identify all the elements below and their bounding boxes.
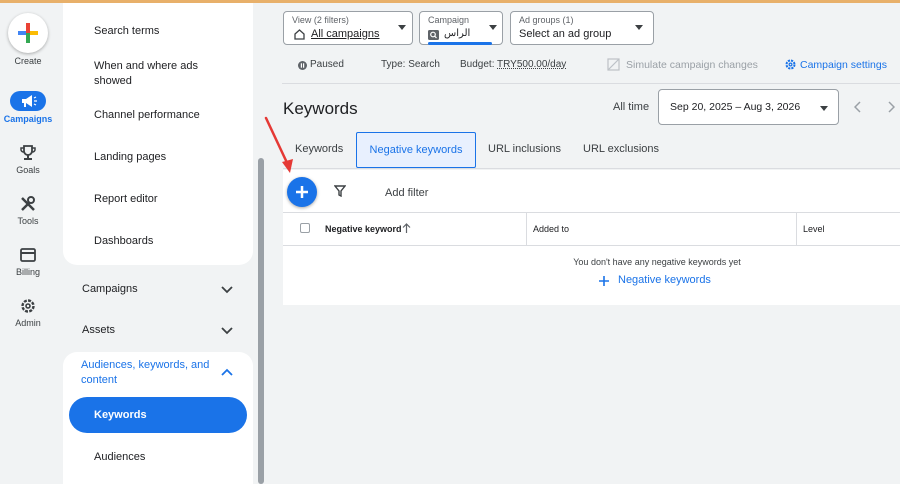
paused-status-icon [298,61,307,70]
search-campaign-icon [428,30,439,40]
chevron-up-icon[interactable] [221,368,233,376]
simulate-icon [607,58,620,71]
date-range-picker[interactable]: Sep 20, 2025 – Aug 3, 2026 [658,89,839,125]
filter-icon[interactable] [334,185,346,197]
subnav-keywords[interactable]: Keywords [69,397,247,433]
column-divider [526,213,527,245]
tab-url-exclusions[interactable]: URL exclusions [583,143,659,155]
dropdown-arrow-icon [820,106,828,111]
nav-item-search-terms[interactable]: Search terms [94,24,159,39]
campaign-caption: Campaign [428,15,470,25]
budget-label: Budget: [460,59,495,70]
section-assets[interactable]: Assets [82,324,115,336]
table-header: Negative keyword Added to Level [283,212,900,246]
campaign-status: Paused [310,59,344,70]
date-range-label: All time [613,101,650,113]
column-divider [796,213,797,245]
plus-colored-icon [18,23,38,43]
add-negative-keyword-button[interactable] [287,177,317,207]
main-content: View (2 filters) All campaigns Campaign … [270,3,900,484]
sort-arrow-up-icon[interactable] [402,223,411,234]
header-divider [282,83,900,84]
rail-item-admin[interactable]: Admin [0,318,56,328]
create-label: Create [14,56,42,66]
section-campaigns[interactable]: Campaigns [82,283,138,295]
tab-negative-keywords[interactable]: Negative keywords [356,132,476,168]
empty-state-add-link[interactable]: Negative keywords [618,274,711,286]
audiences-section: Audiences, keywords, and content Keyword… [63,352,253,484]
column-added-to[interactable]: Added to [533,224,569,234]
add-filter-button[interactable]: Add filter [385,187,428,199]
ad-group-value: Select an ad group [519,28,612,40]
chevron-down-icon[interactable] [221,327,233,335]
gear-icon[interactable] [784,58,797,71]
chevron-left-icon[interactable] [854,101,861,113]
column-level[interactable]: Level [803,224,825,234]
gear-icon[interactable] [18,296,38,316]
select-all-checkbox[interactable] [300,223,310,233]
tab-url-inclusions[interactable]: URL inclusions [488,143,561,155]
chevron-right-icon[interactable] [888,101,895,113]
empty-state-message: You don't have any negative keywords yet [573,257,741,267]
nav-scrollbar[interactable] [258,158,264,484]
campaign-settings-link[interactable]: Campaign settings [800,59,887,71]
nav-item-when-where[interactable]: When and where ads showed [94,59,214,89]
nav-item-report-editor[interactable]: Report editor [94,192,158,207]
navigation-rail: Create Campaigns Goals Tools Billing Adm… [0,3,56,484]
tab-keywords[interactable]: Keywords [295,143,343,155]
trophy-icon[interactable] [18,143,38,163]
nav-item-landing-pages[interactable]: Landing pages [94,150,166,165]
campaigns-rail-button[interactable] [10,91,46,111]
nav-item-dashboards[interactable]: Dashboards [94,234,153,249]
dropdown-arrow-icon [489,25,497,30]
view-filter-dropdown[interactable]: View (2 filters) All campaigns [283,11,413,45]
subnav-audiences[interactable]: Audiences [94,451,145,463]
column-negative-keyword[interactable]: Negative keyword [325,224,402,234]
dropdown-arrow-icon [635,25,643,30]
home-icon [294,29,305,40]
tabs-divider [283,168,900,169]
campaign-value: الراس [444,28,471,39]
ad-group-caption: Ad groups (1) [519,15,574,25]
nav-item-channel-performance[interactable]: Channel performance [94,108,200,123]
negative-keywords-table: Add filter Negative keyword Added to Lev… [283,170,900,305]
view-filter-caption: View (2 filters) [292,15,349,25]
ad-group-dropdown[interactable]: Ad groups (1) Select an ad group [510,11,654,45]
reports-nav-card: Search terms When and where ads showed C… [63,3,253,265]
dropdown-arrow-icon [398,25,406,30]
red-annotation-arrow [264,116,293,173]
campaign-type: Type: Search [381,59,440,70]
date-range-value: Sep 20, 2025 – Aug 3, 2026 [670,101,801,113]
rail-item-billing[interactable]: Billing [0,267,56,277]
rail-item-campaigns[interactable]: Campaigns [0,114,56,124]
section-audiences-keywords-content[interactable]: Audiences, keywords, and content [81,358,211,388]
chevron-down-icon[interactable] [221,286,233,294]
create-button[interactable] [8,13,48,53]
campaign-dropdown[interactable]: Campaign الراس [419,11,503,45]
view-filter-value: All campaigns [311,28,380,40]
budget-value[interactable]: TRY500.00/day [497,59,566,70]
rail-item-goals[interactable]: Goals [0,165,56,175]
megaphone-icon [22,95,37,107]
plus-icon [296,186,308,198]
rail-item-tools[interactable]: Tools [0,216,56,226]
tools-icon[interactable] [18,194,38,214]
credit-card-icon[interactable] [18,245,38,265]
simulate-campaign-changes: Simulate campaign changes [626,59,758,71]
plus-icon [599,276,609,286]
campaign-selected-bar [428,42,492,45]
